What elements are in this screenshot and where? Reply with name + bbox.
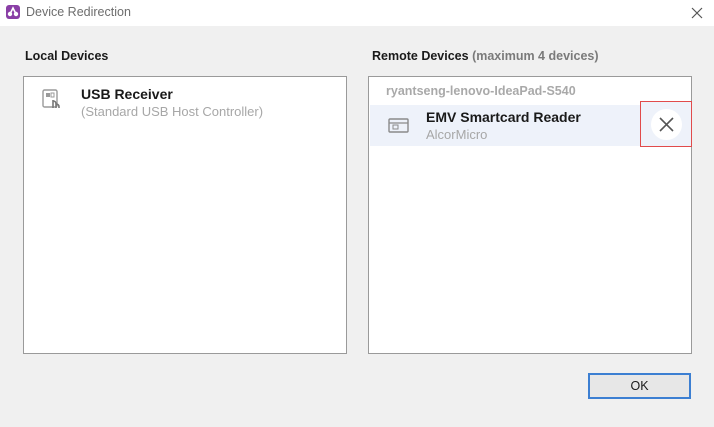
remote-host-name: ryantseng-lenovo-IdeaPad-S540: [386, 84, 576, 98]
local-device-item[interactable]: USB Receiver (Standard USB Host Controll…: [24, 81, 346, 121]
smartcard-reader-icon: [388, 115, 410, 137]
close-icon[interactable]: [690, 6, 704, 20]
local-devices-label: Local Devices: [25, 49, 109, 63]
title-bar: Device Redirection: [0, 0, 714, 26]
remove-device-button[interactable]: [640, 101, 692, 147]
local-devices-list[interactable]: USB Receiver (Standard USB Host Controll…: [23, 76, 347, 354]
remote-device-subtitle: AlcorMicro: [426, 127, 488, 142]
remote-devices-list[interactable]: ryantseng-lenovo-IdeaPad-S540 EMV Smartc…: [368, 76, 692, 354]
app-icon: [6, 5, 20, 19]
remote-device-name: EMV Smartcard Reader: [426, 109, 581, 125]
window-title: Device Redirection: [26, 5, 131, 19]
remote-devices-limit: (maximum 4 devices): [472, 49, 599, 63]
close-icon: [659, 117, 674, 132]
remove-device-circle: [651, 109, 682, 140]
local-device-subtitle: (Standard USB Host Controller): [81, 104, 264, 119]
remote-devices-label: Remote Devices (maximum 4 devices): [372, 49, 599, 63]
ok-button[interactable]: OK: [588, 373, 691, 399]
local-device-name: USB Receiver: [81, 86, 173, 102]
usb-device-icon: [41, 88, 63, 110]
